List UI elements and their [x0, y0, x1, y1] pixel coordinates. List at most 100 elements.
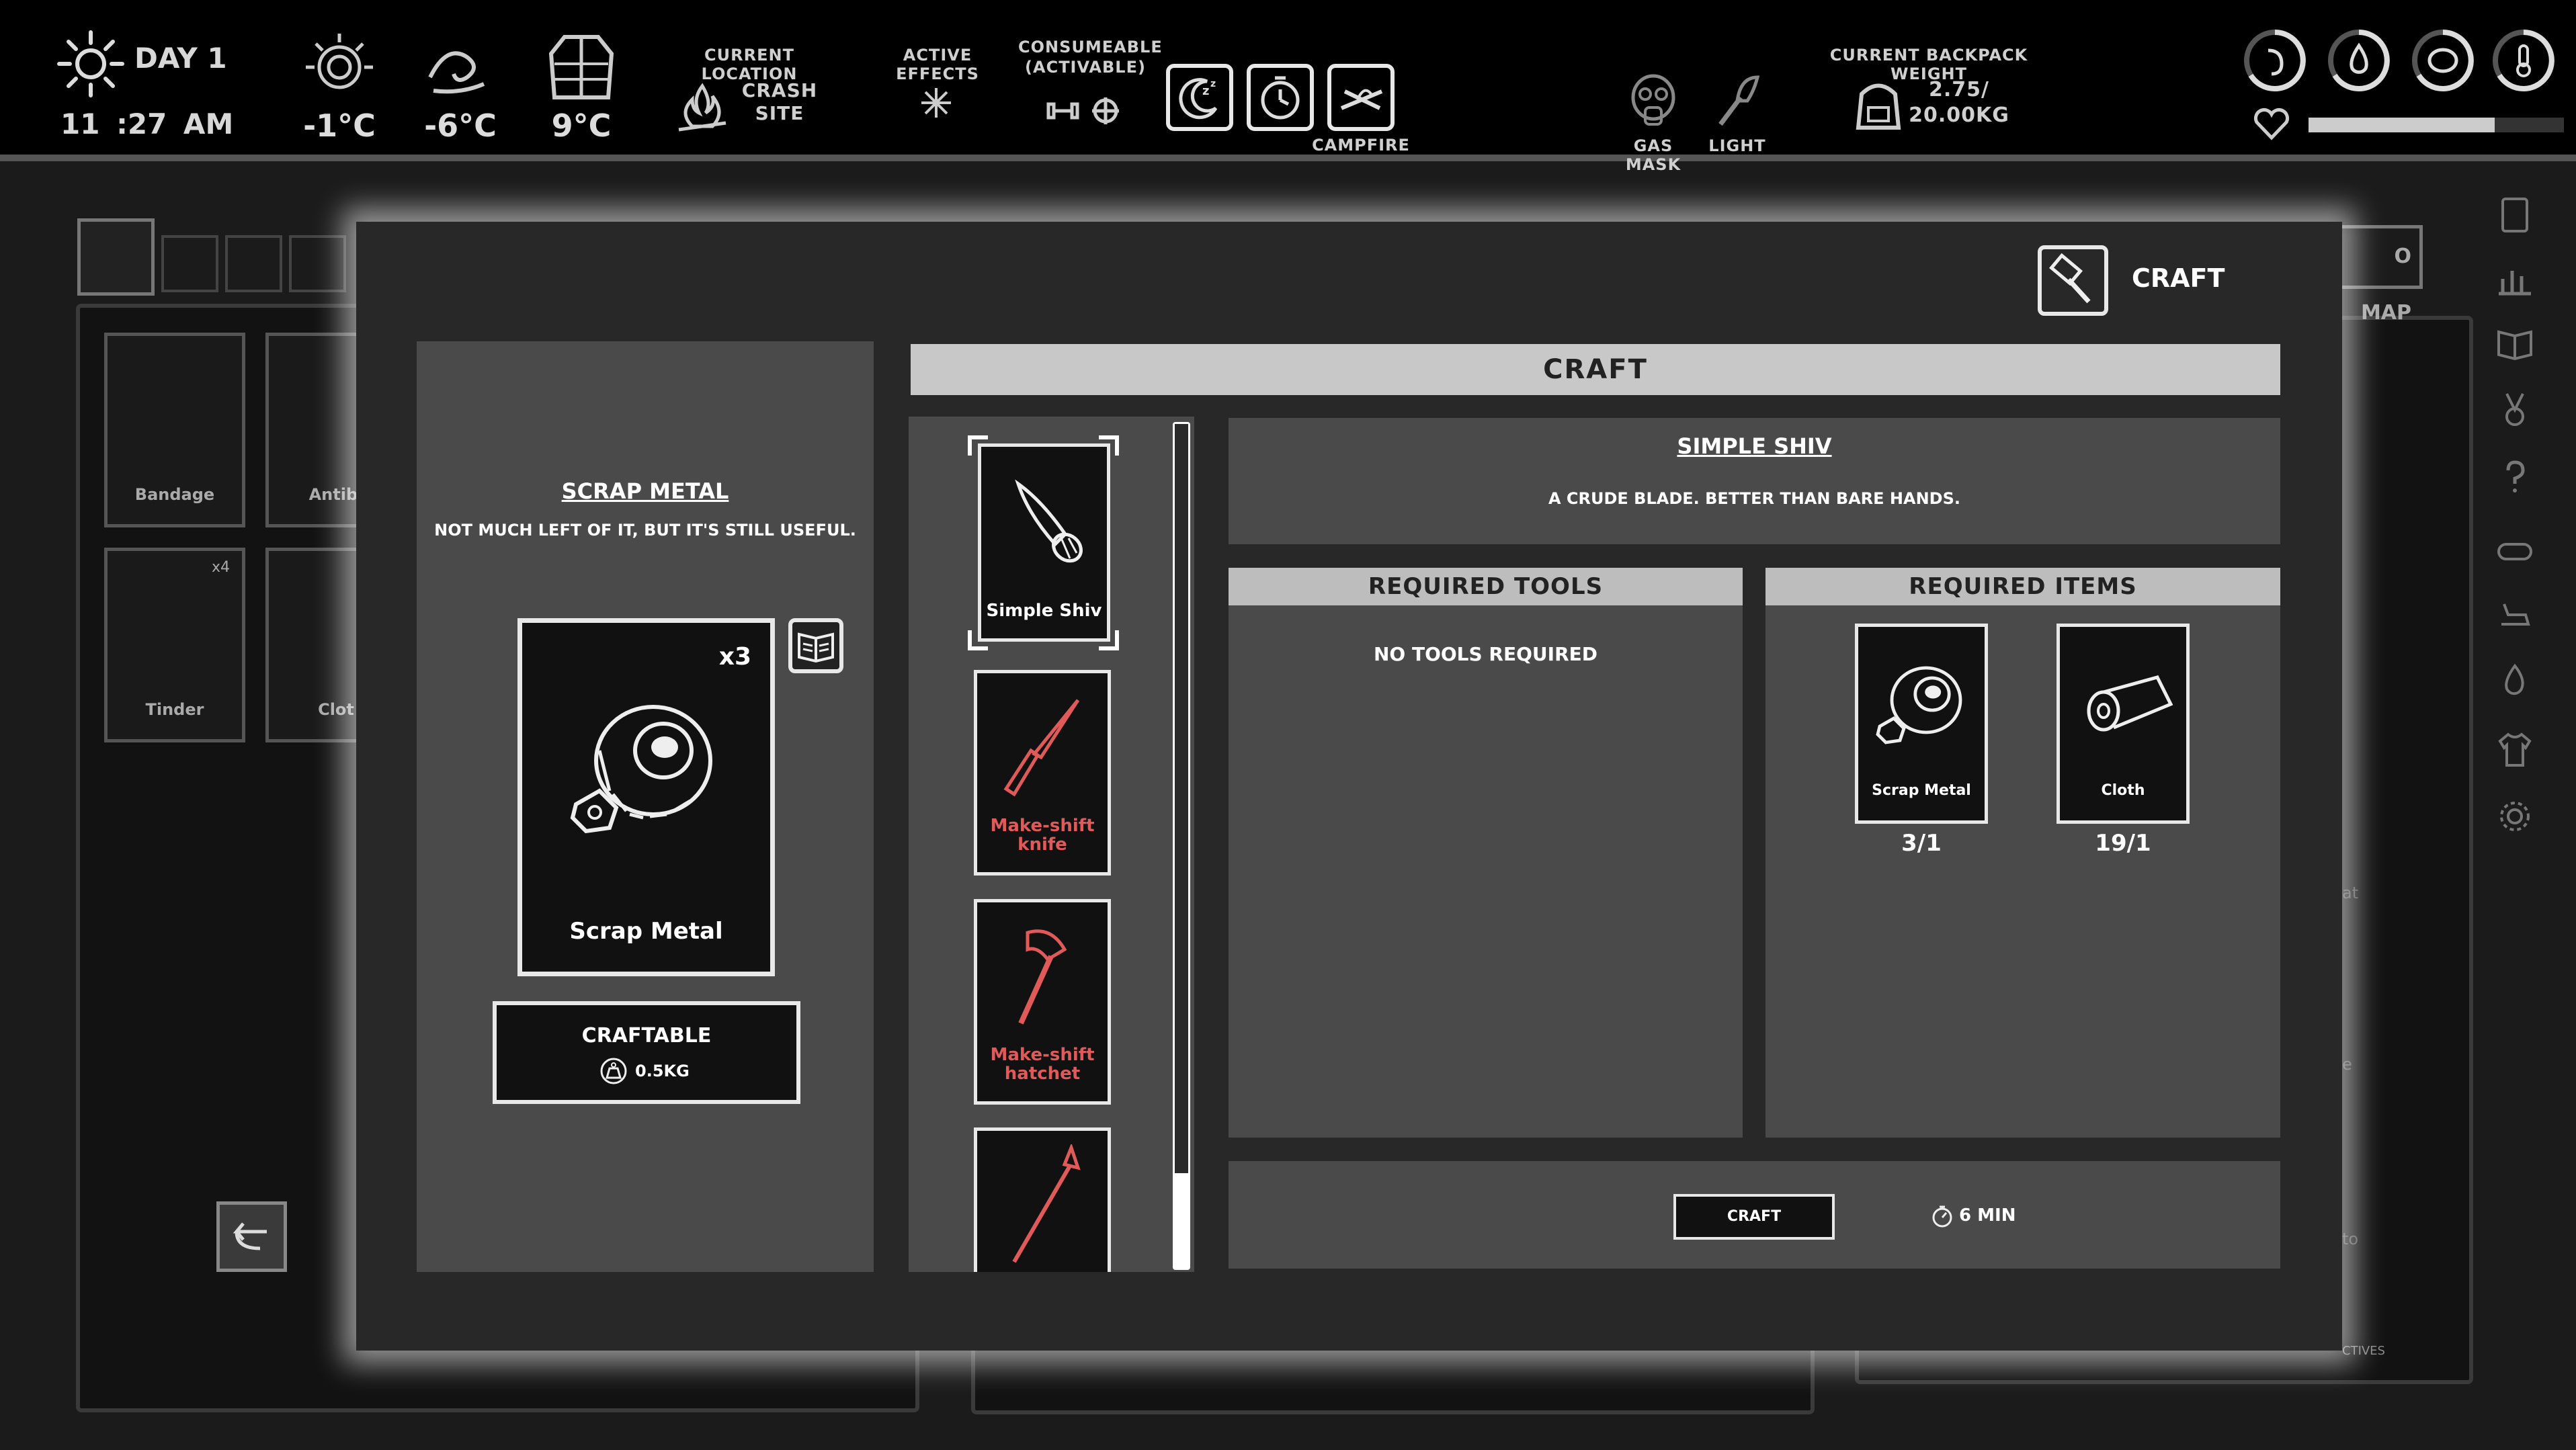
jacket-icon — [544, 27, 618, 104]
inventory-item[interactable]: Bandage — [104, 333, 245, 527]
tab-crafting-bg[interactable] — [77, 218, 155, 296]
knife-icon — [1001, 693, 1088, 801]
faint-text: to — [2342, 1230, 2359, 1248]
light-label: LIGHT — [1708, 136, 1766, 155]
selected-item-count: x3 — [718, 643, 751, 671]
required-item-qty: 3/1 — [1901, 830, 1942, 857]
back-button[interactable] — [216, 1201, 287, 1272]
snowflake-icon[interactable] — [919, 86, 953, 120]
required-item-label: Cloth — [2101, 782, 2145, 799]
hunger-gauge-icon — [2241, 27, 2309, 94]
sleep-button[interactable]: zz — [1166, 64, 1233, 131]
required-item-card[interactable]: Cloth — [2056, 624, 2190, 824]
craftable-status-box: CRAFTABLE 0.5KG — [493, 1001, 800, 1104]
wind-icon — [420, 30, 494, 104]
gas-mask-icon[interactable] — [1623, 71, 1684, 131]
cloth-icon — [2077, 664, 2177, 744]
inventory-item-label: Bandage — [134, 485, 215, 504]
recipe-label: Make-shift hatchet — [990, 1045, 1095, 1084]
inventory-item[interactable]: x4 Tinder — [104, 548, 245, 742]
backpack-weight-value: 2.75/ 20.00KG — [1909, 78, 2009, 127]
required-items-panel: REQUIRED ITEMS — [1765, 568, 2280, 1138]
craft-time: 6 MIN — [1959, 1205, 2016, 1226]
hand-icon[interactable] — [2495, 595, 2535, 635]
tab-pickaxe[interactable] — [161, 235, 218, 292]
recipe-label: Make-shift knife — [990, 816, 1095, 855]
health-bar — [2309, 118, 2564, 132]
recipe-card-clip — [974, 1127, 1111, 1272]
tab-materials[interactable] — [225, 235, 282, 292]
modal-title: CRAFT — [2132, 263, 2225, 293]
selected-item-name: SCRAP METAL — [561, 478, 729, 504]
sun-icon — [54, 27, 128, 101]
recipe-name: SIMPLE SHIV — [1677, 433, 1832, 459]
hatchet-icon — [1001, 923, 1088, 1030]
required-items-header: REQUIRED ITEMS — [1765, 568, 2280, 605]
recipe-card[interactable]: Make-shift knife — [974, 670, 1111, 876]
current-location-label: CURRENT LOCATION — [701, 46, 798, 83]
selected-item-card[interactable]: x3 Scrap Metal — [517, 618, 775, 976]
spear-icon — [1001, 1144, 1088, 1265]
scrap-metal-icon — [1872, 654, 1972, 755]
help-icon[interactable] — [2495, 457, 2535, 497]
top-hud: DAY 1 11 :27 AM -1°C -6°C 9°C CURRENT LO… — [0, 0, 2576, 174]
recipe-card[interactable]: Make-shift hatchet — [974, 899, 1111, 1105]
tab-food[interactable] — [289, 235, 346, 292]
item-weight: 0.5KG — [635, 1062, 690, 1080]
clothing-temp: 9°C — [551, 108, 612, 144]
scrap-metal-icon — [563, 683, 731, 851]
item-info-book-button[interactable] — [788, 618, 843, 673]
mental-gauge-icon — [2409, 27, 2477, 94]
required-tools-header: REQUIRED TOOLS — [1229, 568, 1743, 605]
svg-text:z: z — [1210, 79, 1216, 89]
craft-tab-button[interactable] — [2038, 245, 2108, 316]
craft-button[interactable]: CRAFT — [1673, 1194, 1835, 1240]
svg-text:z: z — [1202, 84, 1209, 98]
heart-icon — [2251, 108, 2292, 141]
sun-spiral-icon — [302, 30, 376, 104]
wind-chill-temp: -6°C — [424, 108, 497, 144]
required-item-card[interactable]: Scrap Metal — [1855, 624, 1988, 824]
map-button[interactable]: O MAP — [2339, 225, 2423, 325]
required-item-label: Scrap Metal — [1872, 782, 1971, 799]
gamepad-icon[interactable] — [2495, 531, 2535, 571]
torch-icon[interactable] — [1707, 71, 1768, 131]
craft-header-bar: CRAFT — [911, 344, 2280, 395]
required-tools-panel: REQUIRED TOOLS NO TOOLS REQUIRED — [1229, 568, 1743, 1138]
no-tools-text: NO TOOLS REQUIRED — [1373, 643, 1598, 665]
thirst-gauge-icon — [2325, 27, 2393, 94]
day-label: DAY 1 — [134, 42, 227, 75]
book-icon[interactable] — [2495, 323, 2535, 363]
weight-icon — [599, 1056, 628, 1086]
health-bar-fill — [2309, 118, 2495, 132]
required-item-qty: 19/1 — [2095, 830, 2151, 857]
fire-icon[interactable] — [2495, 662, 2535, 702]
wait-button[interactable] — [1247, 64, 1314, 131]
recipe-list-scrollbar[interactable] — [1173, 422, 1190, 1270]
objectives-button[interactable]: CTIVES — [2342, 1337, 2417, 1365]
scrollbar-track — [1175, 424, 1188, 1173]
selection-frame — [968, 435, 1119, 650]
selected-item-description: NOT MUCH LEFT OF IT, BUT IT'S STILL USEF… — [434, 521, 856, 540]
current-location-value: CRASH SITE — [741, 79, 818, 124]
active-effects-label: ACTIVE EFFECTS — [896, 46, 979, 83]
craftable-status: CRAFTABLE — [581, 1024, 712, 1048]
campfire-button[interactable] — [1327, 64, 1395, 131]
journal-icon[interactable] — [2495, 195, 2535, 235]
timer-icon — [1930, 1204, 1954, 1228]
recipe-card[interactable] — [974, 1127, 1111, 1272]
time-label: 11 :27 AM — [60, 108, 234, 140]
inventory-item-count: x4 — [211, 559, 230, 576]
consumable-label: CONSUMEABLE (ACTIVABLE) — [1018, 38, 1163, 77]
settings-icon[interactable] — [2495, 796, 2535, 837]
campfire-location-icon — [672, 79, 733, 133]
consumable-icons[interactable] — [1045, 94, 1126, 128]
faint-text: e — [2342, 1055, 2352, 1074]
recipe-description: A CRUDE BLADE. BETTER THAN BARE HANDS. — [1548, 489, 1960, 508]
campfire-label: CAMPFIRE — [1312, 136, 1410, 155]
craft-header-title: CRAFT — [1543, 354, 1648, 385]
stats-icon[interactable] — [2495, 259, 2535, 299]
temperature-gauge-icon — [2490, 27, 2557, 94]
medal-icon[interactable] — [2495, 390, 2535, 430]
shirt-icon[interactable] — [2495, 729, 2535, 769]
